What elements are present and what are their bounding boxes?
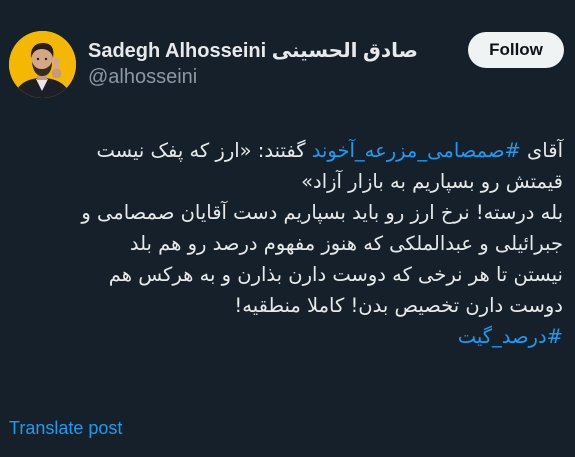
display-name[interactable]: Sadegh Alhosseini صادق الحسینی xyxy=(88,38,418,63)
hashtag-link[interactable]: #صمصامی_مزرعه_آخوند xyxy=(312,139,521,162)
translate-post-link[interactable]: Translate post xyxy=(9,418,122,439)
tweet-line-2: قیمتش رو بسپاریم به بازار آزاد» xyxy=(301,170,563,193)
profile-photo-icon xyxy=(9,31,76,98)
tweet-text: آقای #صمصامی_مزرعه_آخوند گفتند: «ارز که … xyxy=(8,135,563,352)
tweet-card: Sadegh Alhosseini صادق الحسینی @alhossei… xyxy=(0,0,575,457)
follow-button[interactable]: Follow xyxy=(468,32,564,68)
tweet-line-3: بله درسته! نرخ ارز رو باید بسپاریم دست آ… xyxy=(81,201,563,224)
user-name-row[interactable]: Sadegh Alhosseini صادق الحسینی xyxy=(88,36,418,64)
tweet-line-1: آقای #صمصامی_مزرعه_آخوند گفتند: «ارز که … xyxy=(8,135,563,166)
hashtag-link[interactable]: #درصد_گیت xyxy=(458,325,563,348)
tweet-text-segment: گفتند: «ارز که پفک نیست xyxy=(96,139,312,162)
avatar[interactable] xyxy=(9,31,76,98)
tweet-line-6: دوست دارن تخصیص بدن! کاملا منطقیه! xyxy=(234,294,563,317)
tweet-text-segment: آقای xyxy=(520,139,563,162)
tweet-line-5: نیستن تا هر نرخی که دوست دارن بذارن و به… xyxy=(108,263,563,286)
user-handle[interactable]: @alhosseini xyxy=(88,66,197,89)
tweet-line-4: جبرائیلی و عبدالملکی که هنوز مفهوم درصد … xyxy=(129,232,563,255)
tweet-line-7: #درصد_گیت xyxy=(8,321,563,352)
